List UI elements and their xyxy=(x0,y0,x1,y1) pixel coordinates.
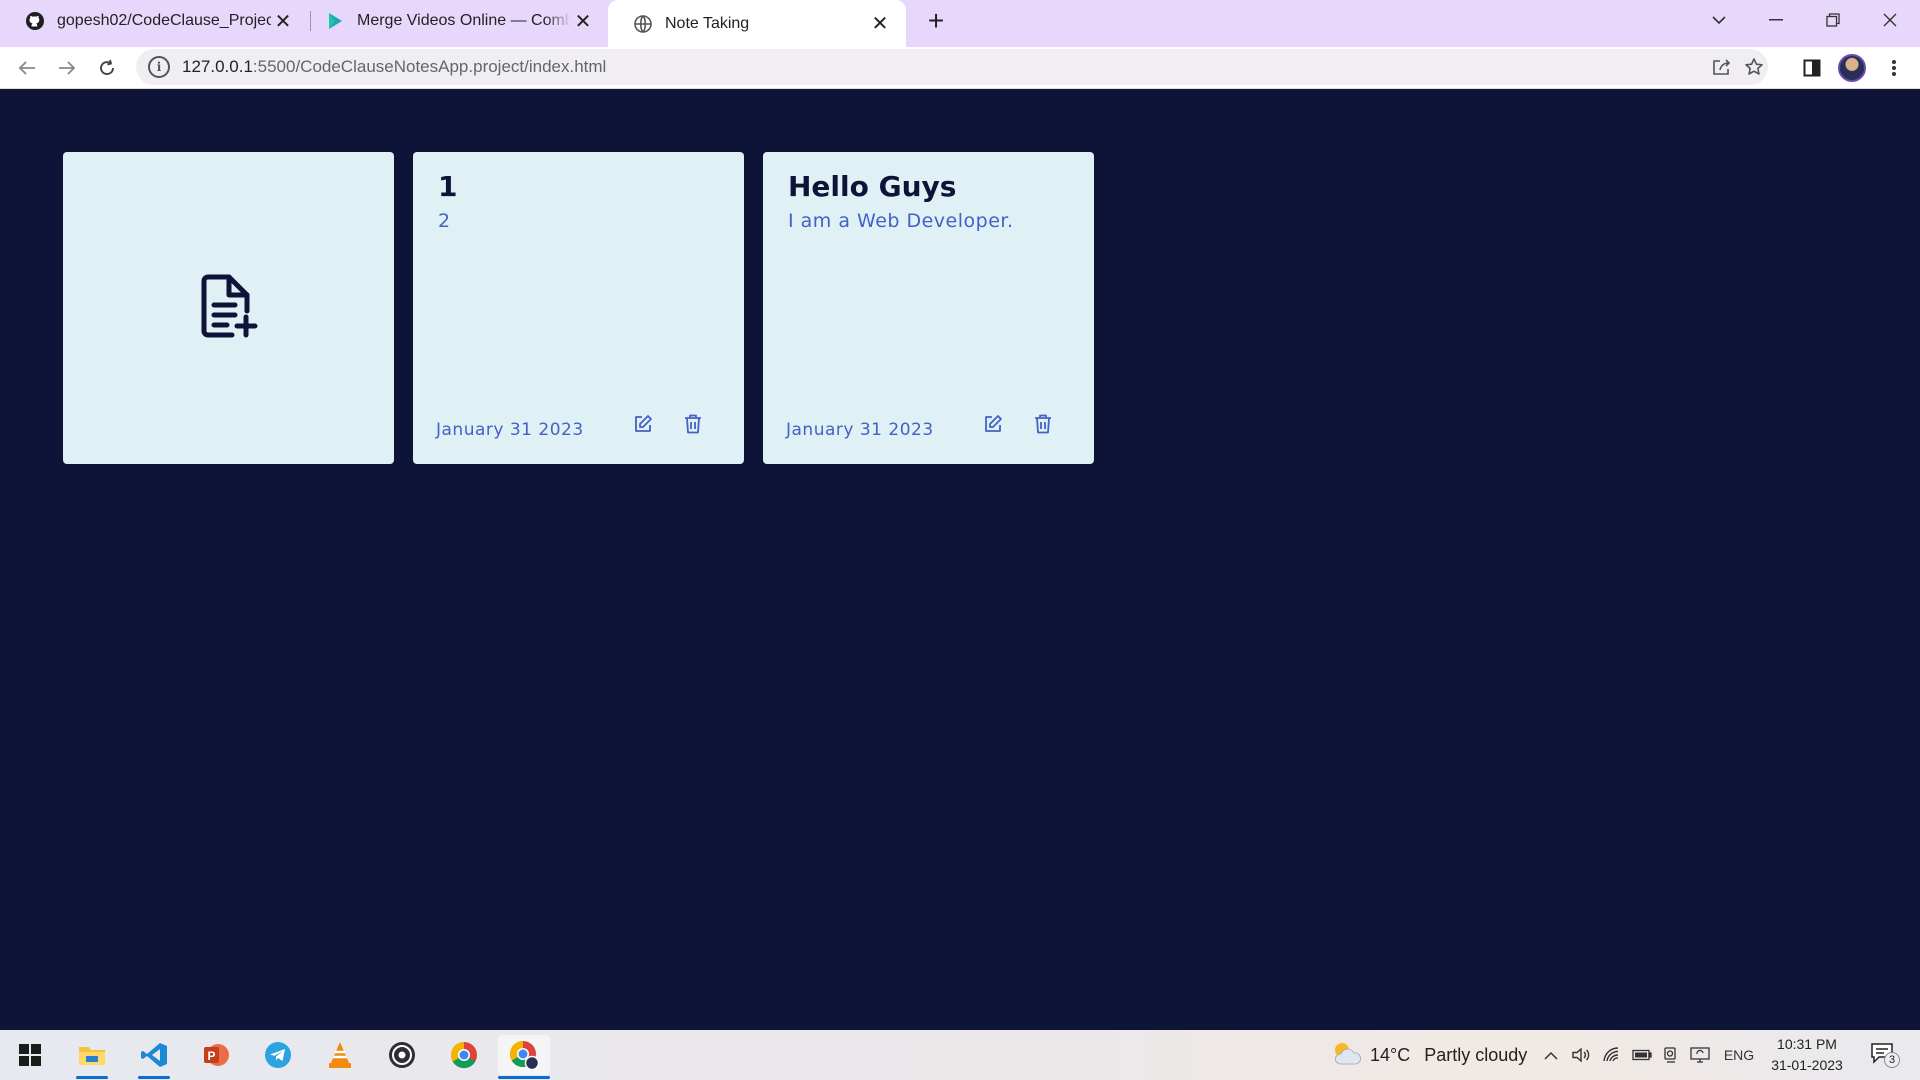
close-window-icon[interactable] xyxy=(1862,0,1918,40)
edit-icon xyxy=(983,414,1003,439)
note-title: Hello Guys xyxy=(788,170,957,203)
edit-note-button[interactable] xyxy=(631,414,655,438)
delete-note-button[interactable] xyxy=(681,414,705,438)
browser-toolbar: i 127.0.0.1:5500/CodeClauseNotesApp.proj… xyxy=(0,47,1920,89)
url-host: 127.0.0.1 xyxy=(182,57,253,76)
edit-note-button[interactable] xyxy=(981,414,1005,438)
tab-title: Note Taking xyxy=(665,14,750,32)
clock-date: 31-01-2023 xyxy=(1771,1057,1843,1073)
weather-description: Partly cloudy xyxy=(1424,1045,1528,1065)
delete-note-button[interactable] xyxy=(1031,414,1055,438)
note-date: January 31 2023 xyxy=(786,420,934,440)
telegram-icon[interactable] xyxy=(252,1035,304,1075)
notes-app-page: 1 2 January 31 2023 Hello Guys I am a We… xyxy=(0,89,1920,1030)
globe-icon xyxy=(633,14,653,34)
note-title: 1 xyxy=(438,170,458,203)
running-indicator xyxy=(76,1076,108,1079)
github-icon xyxy=(25,11,45,31)
note-body: 2 xyxy=(438,210,451,232)
url-path: :5500/CodeClauseNotesApp.project/index.h… xyxy=(252,57,607,76)
share-icon[interactable] xyxy=(1708,53,1736,81)
note-card: Hello Guys I am a Web Developer. January… xyxy=(763,152,1094,464)
close-tab-icon[interactable]: ✕ xyxy=(271,9,295,33)
notification-count-badge: 3 xyxy=(1884,1052,1900,1068)
notification-center-button[interactable]: 3 xyxy=(1870,1042,1900,1068)
powerpoint-icon[interactable]: P xyxy=(190,1035,242,1075)
weather-widget[interactable]: 14°C Partly cloudy xyxy=(1330,1040,1527,1071)
running-indicator xyxy=(138,1076,170,1079)
show-hidden-icons-chevron-icon[interactable] xyxy=(1540,1044,1562,1066)
display-sync-icon[interactable] xyxy=(1688,1044,1712,1066)
note-card: 1 2 January 31 2023 xyxy=(413,152,744,464)
back-icon[interactable] xyxy=(13,54,41,82)
reload-icon[interactable] xyxy=(93,54,121,82)
minimize-icon[interactable] xyxy=(1748,0,1804,40)
side-panel-icon[interactable] xyxy=(1798,54,1826,82)
system-clock[interactable]: 10:31 PM 31-01-2023 xyxy=(1762,1034,1852,1076)
avatar xyxy=(1838,54,1866,82)
volume-icon[interactable] xyxy=(1570,1044,1594,1066)
svg-text:P: P xyxy=(207,1049,215,1063)
bookmark-star-icon[interactable] xyxy=(1740,53,1768,81)
close-tab-icon[interactable]: ✕ xyxy=(571,9,595,33)
tab-title: gopesh02/CodeClause_Project2 xyxy=(57,12,271,29)
vlc-icon[interactable] xyxy=(314,1035,366,1075)
edit-icon xyxy=(633,414,653,439)
new-tab-icon[interactable]: + xyxy=(922,7,950,36)
add-note-button[interactable] xyxy=(63,152,394,464)
chrome-icon[interactable] xyxy=(438,1035,490,1075)
note-date: January 31 2023 xyxy=(436,420,584,440)
trash-icon xyxy=(1034,414,1052,439)
profile-avatar[interactable] xyxy=(1838,54,1866,82)
camera-icon[interactable] xyxy=(1660,1044,1682,1066)
chrome-profile-icon[interactable] xyxy=(498,1035,550,1079)
tab-merge-videos[interactable]: Merge Videos Online — Combine ✕ xyxy=(300,0,605,42)
language-indicator[interactable]: ENG xyxy=(1720,1044,1758,1066)
obs-icon[interactable] xyxy=(376,1035,428,1075)
site-info-icon[interactable]: i xyxy=(148,56,170,78)
address-bar[interactable]: i 127.0.0.1:5500/CodeClauseNotesApp.proj… xyxy=(136,49,1768,85)
vscode-icon[interactable] xyxy=(128,1035,180,1079)
tab-search-chevron-icon[interactable] xyxy=(1691,0,1747,40)
partly-cloudy-icon xyxy=(1330,1040,1362,1071)
wifi-icon[interactable] xyxy=(1600,1044,1624,1066)
battery-icon[interactable] xyxy=(1630,1044,1654,1066)
trash-icon xyxy=(684,414,702,439)
weather-temperature: 14°C xyxy=(1370,1045,1411,1065)
tab-github[interactable]: gopesh02/CodeClause_Project2 ✕ xyxy=(0,0,305,42)
close-tab-icon[interactable]: ✕ xyxy=(868,12,892,36)
add-note-icon xyxy=(199,273,259,344)
windows-start-icon[interactable] xyxy=(4,1035,56,1075)
play-icon xyxy=(325,11,345,31)
restore-icon[interactable] xyxy=(1805,0,1861,40)
url-text: 127.0.0.1:5500/CodeClauseNotesApp.projec… xyxy=(182,57,606,77)
browser-tab-strip: gopesh02/CodeClause_Project2 ✕ Merge Vid… xyxy=(0,0,1920,47)
file-explorer-icon[interactable] xyxy=(66,1035,118,1079)
tab-title: Merge Videos Online — Combine xyxy=(357,12,571,29)
clock-time: 10:31 PM xyxy=(1777,1036,1837,1052)
windows-taskbar: P 14°C Partly cloudy ENG 10:31 PM 31-01-… xyxy=(0,1030,1920,1080)
menu-kebab-icon[interactable] xyxy=(1880,54,1908,82)
forward-icon[interactable] xyxy=(53,54,81,82)
running-indicator xyxy=(498,1076,550,1079)
note-body: I am a Web Developer. xyxy=(788,210,1014,232)
tab-note-taking[interactable]: Note Taking ✕ xyxy=(608,0,906,47)
